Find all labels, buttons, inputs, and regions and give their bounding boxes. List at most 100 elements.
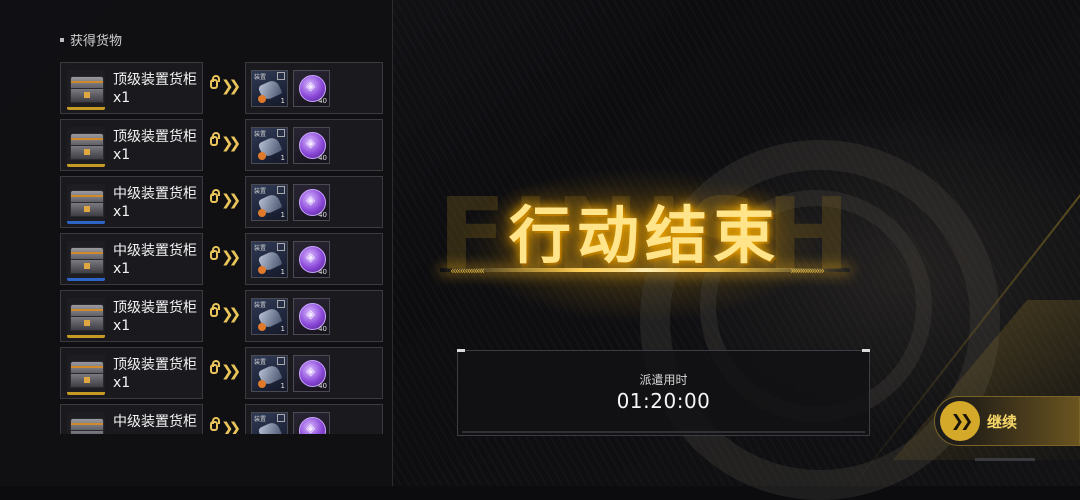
reward-row: 顶级装置货柜 x1 ❯❯ 装置 1 40 [60, 119, 385, 171]
continue-label: 继续 [987, 413, 1018, 431]
container-chest-icon [67, 127, 105, 167]
unlock-icon [210, 132, 220, 146]
unlock-icon [210, 417, 220, 431]
double-chevron-icon: ❯❯ [221, 362, 241, 380]
panel-bottom-bar [462, 431, 865, 433]
currency-item[interactable]: 40 [293, 355, 330, 392]
corner-badge-icon [277, 72, 285, 80]
section-title: 获得货物 [60, 30, 122, 49]
equipment-item[interactable]: 装置 [251, 412, 288, 434]
flare-icon [258, 152, 266, 160]
corner-badge-icon [277, 243, 285, 251]
currency-item[interactable]: 40 [293, 241, 330, 278]
currency-quantity: 40 [318, 268, 327, 276]
equipment-tag: 装置 [254, 245, 267, 252]
bullet-icon [60, 37, 64, 42]
currency-quantity: 40 [318, 154, 327, 162]
container-chest-icon [67, 298, 105, 338]
container-chest-icon [67, 355, 105, 395]
unlock-icon [210, 189, 220, 203]
currency-item[interactable] [293, 412, 330, 434]
corner-marker [862, 349, 870, 352]
container-name: 中级装置货柜 x1 [113, 186, 197, 220]
equipment-tag: 装置 [254, 416, 267, 423]
flare-icon [258, 209, 266, 217]
equipment-item[interactable]: 装置 1 [251, 184, 288, 221]
unlock-arrow-icon: ❯❯ [210, 360, 241, 382]
reward-items-card: 装置 1 40 [245, 347, 383, 399]
equipment-tag: 装置 [254, 302, 267, 309]
source-container-card[interactable]: 顶级装置货柜 x1 [60, 119, 203, 171]
flare-icon [258, 323, 266, 331]
unlock-arrow-icon: ❯❯ [210, 189, 241, 211]
currency-item[interactable]: 40 [293, 70, 330, 107]
double-chevron-icon: ❯❯ [221, 134, 241, 152]
corner-badge-icon [277, 414, 285, 422]
source-container-card[interactable]: 顶级装置货柜 x1 [60, 62, 203, 114]
continue-button[interactable]: ❯❯ 继续 [934, 396, 1080, 446]
unlock-icon [210, 360, 220, 374]
equipment-tag: 装置 [254, 131, 267, 138]
source-container-card[interactable]: 中级装置货柜 x1 [60, 233, 203, 285]
corner-badge-icon [277, 300, 285, 308]
double-chevron-icon: ❯❯ [221, 305, 241, 323]
dispatch-time-label: 派遣用时 [639, 373, 688, 387]
unlock-arrow-icon: ❯❯ [210, 246, 241, 268]
container-name: 中级装置货柜 [113, 414, 197, 430]
container-name: 顶级装置货柜 x1 [113, 300, 197, 334]
unlock-arrow-icon: ❯❯ [210, 417, 241, 434]
reward-row: 中级装置货柜 x1 ❯❯ 装置 1 40 [60, 176, 385, 228]
currency-item[interactable]: 40 [293, 184, 330, 221]
unlock-arrow-icon: ❯❯ [210, 132, 241, 154]
corner-badge-icon [277, 129, 285, 137]
equipment-item[interactable]: 装置 1 [251, 298, 288, 335]
currency-item[interactable]: 40 [293, 298, 330, 335]
unlock-icon [210, 75, 220, 89]
source-container-card[interactable]: 中级装置货柜 [60, 404, 203, 434]
section-title-label: 获得货物 [70, 34, 123, 49]
reward-items-card: 装置 1 40 [245, 176, 383, 228]
flare-icon [258, 266, 266, 274]
unlock-arrow-icon: ❯❯ [210, 303, 241, 325]
equipment-item[interactable]: 装置 1 [251, 355, 288, 392]
currency-item[interactable]: 40 [293, 127, 330, 164]
equipment-quantity: 1 [280, 97, 285, 105]
double-chevron-icon: ❯❯ [221, 248, 241, 266]
container-name: 顶级装置货柜 x1 [113, 72, 197, 106]
equipment-quantity: 1 [280, 211, 285, 219]
reward-list[interactable]: 顶级装置货柜 x1 ❯❯ 装置 1 40 顶级装置货柜 x1 [60, 62, 385, 434]
equipment-tag: 装置 [254, 74, 267, 81]
equipment-tag: 装置 [254, 359, 267, 366]
double-chevron-icon: ❯❯ [221, 77, 241, 95]
unlock-icon [210, 303, 220, 317]
flare-icon [258, 380, 266, 388]
currency-quantity: 40 [318, 382, 327, 390]
equipment-item[interactable]: 装置 1 [251, 127, 288, 164]
equipment-quantity: 1 [280, 268, 285, 276]
source-container-card[interactable]: 顶级装置货柜 x1 [60, 290, 203, 342]
equipment-tag: 装置 [254, 188, 267, 195]
unlock-arrow-icon: ❯❯ [210, 75, 241, 97]
reward-items-card: 装置 1 40 [245, 290, 383, 342]
reward-row: 顶级装置货柜 x1 ❯❯ 装置 1 40 [60, 347, 385, 399]
corner-marker [457, 349, 465, 352]
banner-title: 行动结束 [508, 199, 781, 272]
corner-badge-icon [277, 357, 285, 365]
container-name: 中级装置货柜 x1 [113, 243, 197, 277]
reward-items-card: 装置 1 40 [245, 119, 383, 171]
reward-row: 中级装置货柜 x1 ❯❯ 装置 1 40 [60, 233, 385, 285]
container-name: 顶级装置货柜 x1 [113, 129, 197, 163]
reward-items-card: 装置 1 40 [245, 62, 383, 114]
equipment-quantity: 1 [280, 382, 285, 390]
double-chevron-icon: ❯❯ [221, 191, 241, 209]
equipment-quantity: 1 [280, 154, 285, 162]
decorative-bar [975, 458, 1035, 461]
double-chevron-icon: ❯❯ [221, 419, 241, 434]
source-container-card[interactable]: 顶级装置货柜 x1 [60, 347, 203, 399]
equipment-item[interactable]: 装置 1 [251, 70, 288, 107]
reward-items-card: 装置 1 40 [245, 233, 383, 285]
container-chest-icon [67, 241, 105, 281]
flare-icon [258, 95, 266, 103]
source-container-card[interactable]: 中级装置货柜 x1 [60, 176, 203, 228]
equipment-item[interactable]: 装置 1 [251, 241, 288, 278]
